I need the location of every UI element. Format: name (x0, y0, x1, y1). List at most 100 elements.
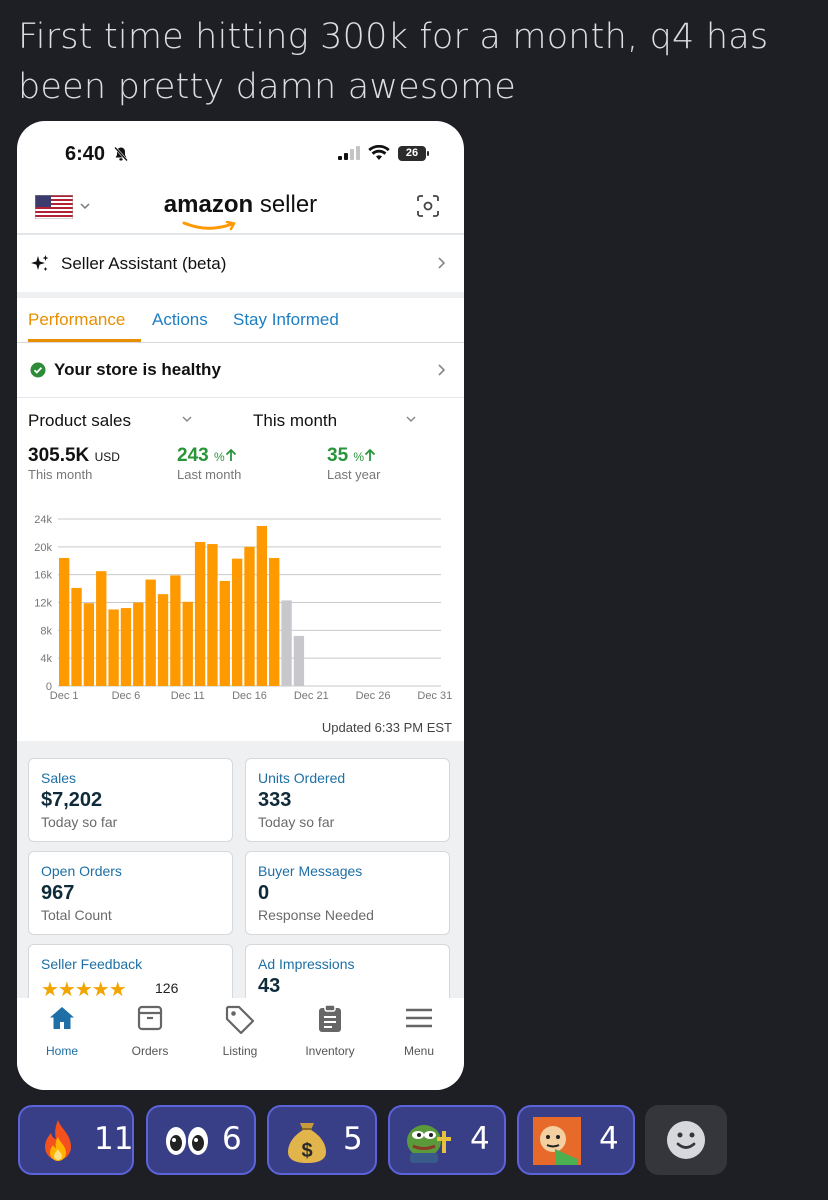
card-title: Buyer Messages (258, 863, 363, 879)
nav-label: Orders (131, 1044, 169, 1058)
eyes-icon (166, 1127, 208, 1155)
bar-dec-12 (194, 541, 206, 686)
tab-performance[interactable]: Performance (28, 310, 125, 330)
x-tick-label: Dec 21 (294, 690, 329, 702)
card-value: 0 (258, 882, 270, 904)
bottom-navigation: Home Orders Listing Inventory Menu (17, 998, 464, 1090)
x-tick-label: Dec 11 (171, 690, 205, 702)
dashboard-cards: Sales $7,202 Today so far Units Ordered … (17, 741, 464, 1024)
nav-label: Listing (222, 1044, 258, 1058)
reaction-pepe[interactable]: 4 (388, 1105, 506, 1175)
x-tick-label: Dec 16 (232, 690, 267, 702)
open-orders-card[interactable]: Open Orders 967 Total Count (28, 851, 233, 935)
brand-seller: seller (253, 191, 318, 218)
money-bag-icon: $ (288, 1123, 326, 1163)
scan-icon[interactable] (416, 194, 440, 218)
tab-bar: Performance Actions Stay Informed (17, 298, 464, 343)
card-value: 967 (41, 882, 75, 904)
metric-dropdown[interactable]: Product sales (28, 411, 131, 431)
card-subtitle: Today so far (258, 814, 335, 830)
y-tick-label: 4k (40, 653, 52, 665)
sales-bar-chart: 04k8k12k16k20k24kDec 1 Dec 6 Dec 11 Dec 16 D… (34, 514, 452, 702)
buyer-messages-card[interactable]: Buyer Messages 0 Response Needed (245, 851, 450, 935)
sparkle-icon (31, 255, 49, 271)
status-time: 6:40 (65, 143, 106, 165)
card-title: Ad Impressions (258, 956, 355, 972)
tag-icon (225, 1005, 255, 1035)
tab-stay-informed[interactable]: Stay Informed (233, 310, 339, 330)
x-tick-label: Dec 6 (112, 690, 141, 702)
card-title: Units Ordered (258, 770, 346, 786)
card-title: Seller Feedback (41, 956, 143, 972)
battery-indicator: 26 (398, 146, 426, 161)
bell-muted-icon (114, 146, 128, 162)
brand-amazon: amazon (163, 191, 254, 218)
total-sales-unit: USD (94, 450, 120, 464)
reaction-fire[interactable]: 11 (18, 1105, 134, 1175)
y-tick-label: 20k (34, 542, 52, 554)
card-title: Sales (41, 770, 77, 786)
hamburger-icon (406, 1008, 432, 1028)
chevron-down-icon[interactable] (405, 414, 417, 424)
bar-dec-20 (293, 635, 305, 686)
bar-dec-13 (207, 544, 218, 686)
battery-tip (427, 151, 429, 156)
phone-screenshot: 6:40 26 amazon seller Seller Assistant (… (17, 121, 464, 1090)
app-header: amazon seller (17, 181, 464, 233)
card-title: Open Orders (41, 863, 122, 879)
home-icon (50, 1007, 74, 1029)
bar-dec-3 (83, 603, 95, 686)
bar-dec-6 (120, 608, 132, 686)
smiley-icon (667, 1121, 705, 1159)
orders-icon (137, 1005, 163, 1031)
mom-change-label: Last month (177, 467, 242, 482)
bar-dec-4 (96, 571, 107, 686)
sales-card[interactable]: Sales $7,202 Today so far (28, 758, 233, 842)
store-health-row[interactable]: Your store is healthy (17, 343, 464, 398)
card-value: 43 (258, 975, 281, 997)
reaction-count: 5 (343, 1121, 363, 1157)
card-subtitle: Response Needed (258, 907, 374, 923)
x-tick-label: Dec 31 (417, 690, 452, 702)
card-value: $7,202 (41, 789, 103, 811)
wifi-icon (368, 145, 390, 160)
reaction-count: 4 (599, 1121, 619, 1157)
seller-assistant-row[interactable]: Seller Assistant (beta) (17, 234, 464, 292)
units-ordered-card[interactable]: Units Ordered 333 Today so far (245, 758, 450, 842)
add-reaction-button[interactable] (645, 1105, 727, 1175)
chevron-right-icon (438, 257, 446, 269)
amazon-smile-icon (182, 221, 236, 231)
bar-dec-11 (182, 601, 193, 686)
signal-icon (338, 146, 360, 160)
y-tick-label: 12k (34, 598, 52, 610)
tab-actions[interactable]: Actions (152, 310, 208, 330)
reaction-cartoon-face[interactable]: 4 (517, 1105, 635, 1175)
updated-timestamp: Updated 6:33 PM EST (321, 720, 452, 735)
bar-dec-8 (145, 579, 156, 686)
check-circle-icon (30, 362, 46, 378)
reaction-count: 4 (470, 1121, 490, 1157)
total-sales-amount: 305.5K (28, 445, 90, 466)
y-tick-label: 8k (40, 625, 52, 637)
bar-dec-16 (244, 546, 255, 686)
seller-assistant-label: Seller Assistant (beta) (61, 254, 227, 273)
store-health-label: Your store is healthy (54, 360, 221, 379)
yoy-change-value: 35 % (327, 445, 376, 467)
mom-change-number: 243 (177, 445, 209, 466)
bar-dec-17 (256, 525, 268, 686)
reaction-eyes[interactable]: 6 (146, 1105, 256, 1175)
reaction-money-bag[interactable]: $ 5 (267, 1105, 377, 1175)
status-bar: 6:40 26 (17, 121, 464, 181)
feedback-count: 126 (155, 980, 179, 996)
bar-dec-9 (157, 594, 169, 686)
nav-label: Inventory (305, 1044, 355, 1058)
nav-label: Home (45, 1044, 78, 1058)
total-sales-value: 305.5K USD (28, 445, 120, 467)
bar-dec-15 (231, 558, 243, 686)
chevron-down-icon[interactable] (181, 414, 193, 424)
bar-dec-1 (59, 557, 70, 686)
card-value: 333 (258, 789, 292, 811)
y-tick-label: 24k (34, 514, 52, 526)
bar-dec-14 (219, 580, 230, 686)
period-dropdown[interactable]: This month (253, 411, 337, 431)
